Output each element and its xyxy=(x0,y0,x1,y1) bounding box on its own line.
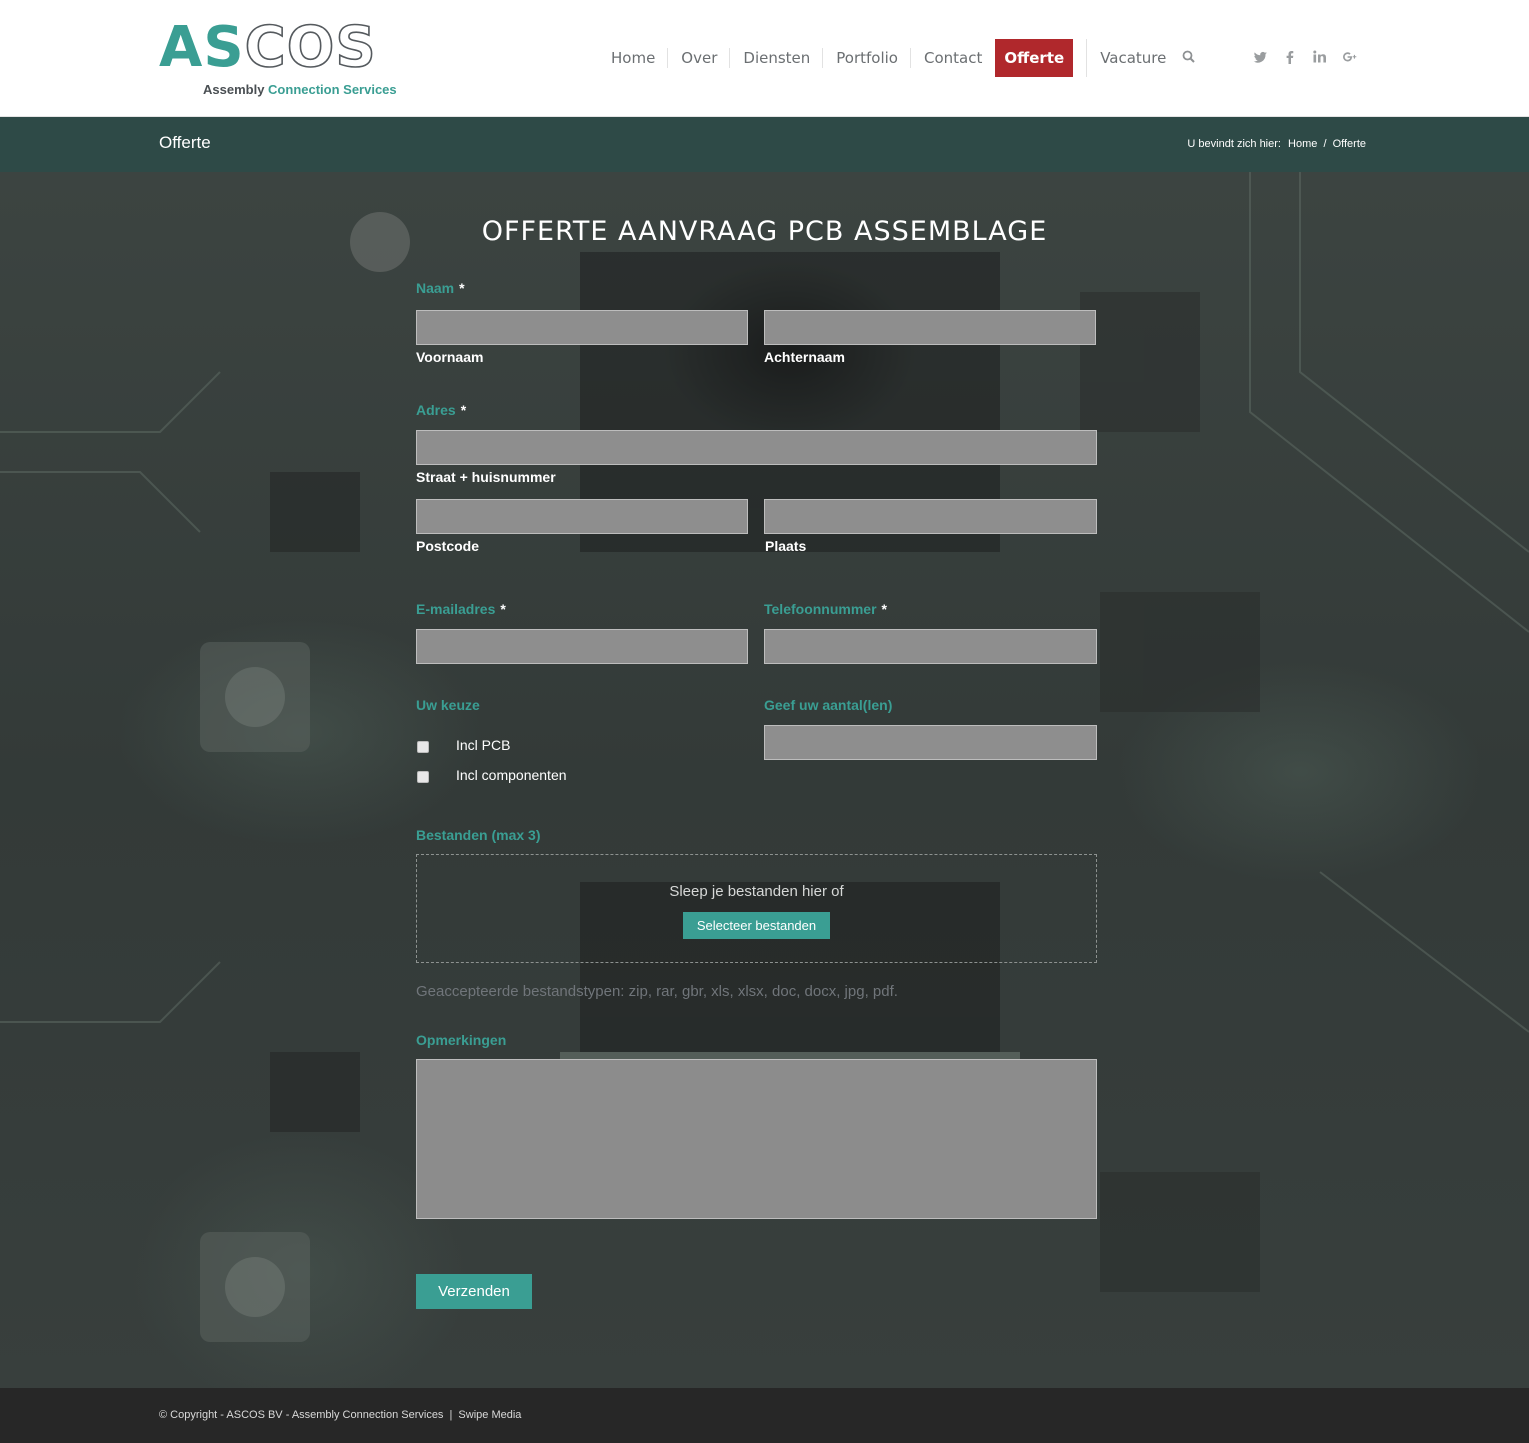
street-input[interactable] xyxy=(416,430,1097,465)
page-title-bar: Offerte U bevindt zich hier: Home / Offe… xyxy=(0,117,1529,172)
incl-pcb-label[interactable]: Incl PCB xyxy=(456,737,510,753)
breadcrumb: U bevindt zich hier: Home / Offerte xyxy=(1187,138,1366,150)
logo-text-as: AS xyxy=(159,15,245,80)
remarks-textarea[interactable] xyxy=(416,1059,1097,1219)
quantity-input[interactable] xyxy=(764,725,1097,760)
facebook-icon[interactable] xyxy=(1282,46,1298,68)
nav-item-contact[interactable]: Contact xyxy=(911,39,995,77)
required-mark: * xyxy=(460,402,467,418)
dropzone-text: Sleep je bestanden hier of xyxy=(669,883,844,900)
incl-pcb-checkbox[interactable] xyxy=(417,741,429,753)
nav-item-portfolio[interactable]: Portfolio xyxy=(823,39,911,77)
name-label: Naam * xyxy=(416,280,465,296)
site-header: ASCOS Assembly Connection Services Home … xyxy=(0,0,1529,117)
phone-label: Telefoonnummer * xyxy=(764,601,887,617)
main-nav: Home Over Diensten Portfolio Contact Off… xyxy=(598,39,1179,77)
files-label: Bestanden (max 3) xyxy=(416,827,541,843)
tagline-connection-services: Connection Services xyxy=(268,82,397,97)
required-mark: * xyxy=(881,601,887,617)
email-label: E-mailadres * xyxy=(416,601,506,617)
twitter-icon[interactable] xyxy=(1252,46,1268,68)
breadcrumb-home[interactable]: Home xyxy=(1288,138,1317,150)
required-mark: * xyxy=(500,601,506,617)
choice-label: Uw keuze xyxy=(416,697,480,713)
address-label: Adres * xyxy=(416,402,466,418)
tagline-assembly: Assembly xyxy=(203,82,265,97)
postcode-input[interactable] xyxy=(416,499,748,534)
email-label-text: E-mailadres xyxy=(416,601,496,617)
address-label-text: Adres xyxy=(416,402,456,418)
footer-text: © Copyright - ASCOS BV - Assembly Connec… xyxy=(159,1409,521,1421)
nav-item-home[interactable]: Home xyxy=(598,39,669,77)
accepted-file-types: Geaccepteerde bestandstypen: zip, rar, g… xyxy=(416,983,898,1000)
nav-item-offerte[interactable]: Offerte xyxy=(995,39,1074,77)
phone-label-text: Telefoonnummer xyxy=(764,601,877,617)
firstname-sublabel: Voornaam xyxy=(416,349,484,365)
search-icon[interactable] xyxy=(1181,49,1197,65)
form-title: OFFERTE AANVRAAG PCB ASSEMBLAGE xyxy=(481,216,1048,247)
lastname-input[interactable] xyxy=(764,310,1096,345)
submit-button[interactable]: Verzenden xyxy=(416,1274,532,1309)
logo-tagline: Assembly Connection Services xyxy=(203,82,397,97)
page-title: Offerte xyxy=(159,133,211,152)
quantity-label: Geef uw aantal(len) xyxy=(764,697,893,713)
phone-input[interactable] xyxy=(764,629,1097,664)
linkedin-icon[interactable] xyxy=(1312,46,1328,68)
breadcrumb-current: Offerte xyxy=(1332,138,1366,150)
google-plus-icon[interactable] xyxy=(1342,46,1358,68)
breadcrumb-separator: / xyxy=(1323,138,1327,150)
email-input[interactable] xyxy=(416,629,748,664)
copyright-text: © Copyright - ASCOS BV - Assembly Connec… xyxy=(159,1409,444,1421)
nav-item-vacature[interactable]: Vacature xyxy=(1086,39,1179,77)
select-files-button[interactable]: Selecteer bestanden xyxy=(683,912,830,939)
name-label-text: Naam xyxy=(416,280,455,296)
incl-componenten-label[interactable]: Incl componenten xyxy=(456,767,567,783)
file-dropzone[interactable]: Sleep je bestanden hier of Selecteer bes… xyxy=(416,854,1097,963)
credit-link[interactable]: Swipe Media xyxy=(458,1409,521,1421)
nav-item-over[interactable]: Over xyxy=(668,39,731,77)
required-mark: * xyxy=(459,280,465,296)
footer-separator: | xyxy=(449,1409,453,1421)
logo[interactable]: ASCOS Assembly Connection Services xyxy=(159,19,399,100)
incl-componenten-checkbox[interactable] xyxy=(417,771,429,783)
social-links xyxy=(1252,46,1358,68)
postcode-sublabel: Postcode xyxy=(416,538,480,554)
street-sublabel: Straat + huisnummer xyxy=(416,469,556,485)
nav-item-diensten[interactable]: Diensten xyxy=(730,39,824,77)
remarks-label: Opmerkingen xyxy=(416,1032,507,1048)
form-section: OFFERTE AANVRAAG PCB ASSEMBLAGE Naam * Vo… xyxy=(0,172,1529,1388)
logo-text-cos: COS xyxy=(244,15,377,80)
lastname-sublabel: Achternaam xyxy=(764,349,845,365)
site-footer: © Copyright - ASCOS BV - Assembly Connec… xyxy=(0,1388,1529,1443)
breadcrumb-prefix: U bevindt zich hier: xyxy=(1187,138,1281,150)
firstname-input[interactable] xyxy=(416,310,748,345)
logo-wordmark: ASCOS xyxy=(159,19,377,77)
city-input[interactable] xyxy=(764,499,1097,534)
city-sublabel: Plaats xyxy=(765,538,807,554)
